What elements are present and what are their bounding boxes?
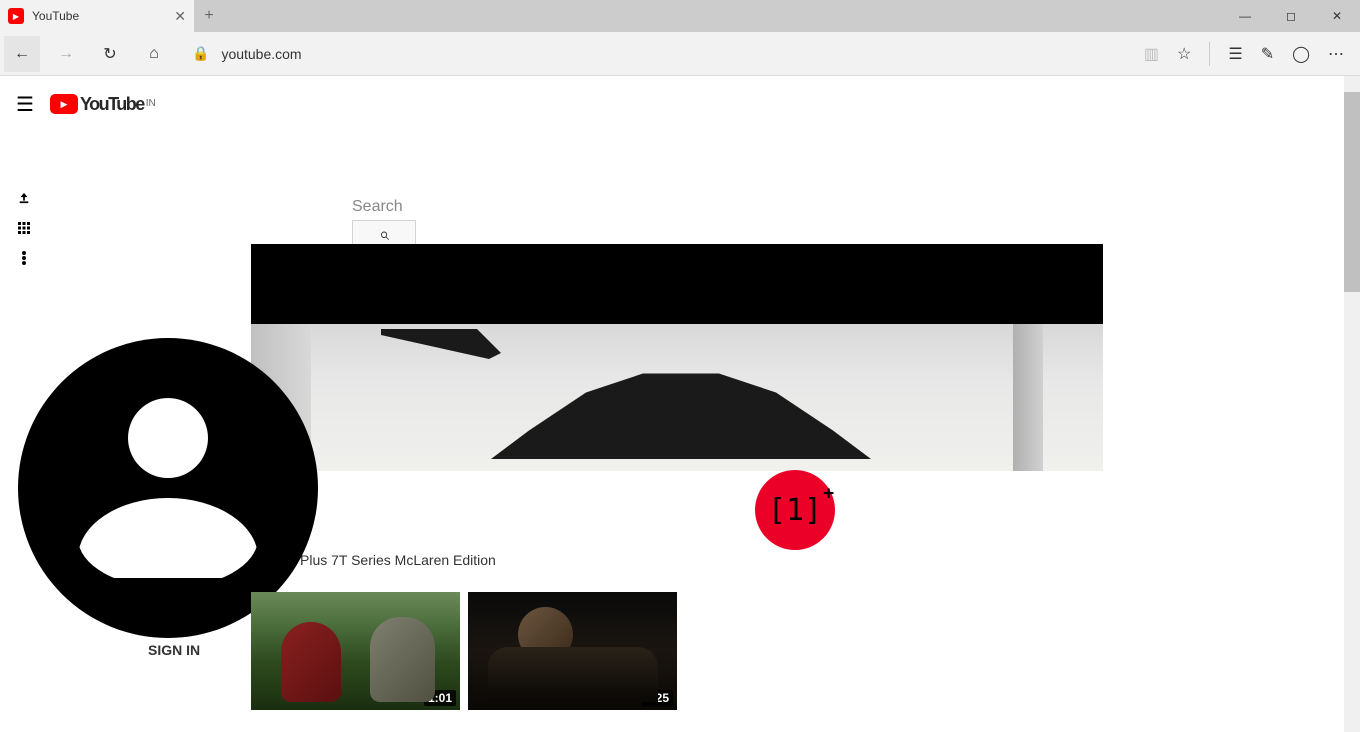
apps-icon[interactable]	[18, 222, 30, 234]
youtube-header: ☰ YouTube IN	[0, 76, 1360, 132]
sign-in-button[interactable]: SIGN IN	[148, 642, 200, 658]
forward-button[interactable]: →	[48, 36, 84, 72]
address-bar[interactable]: 🔒 youtube.com	[180, 45, 1136, 62]
scroll-thumb[interactable]	[1344, 92, 1360, 292]
back-button[interactable]: ←	[4, 36, 40, 72]
banner-ad[interactable]	[251, 244, 1103, 471]
duration-badge: 5:25	[641, 690, 673, 706]
new-tab-button[interactable]: +	[194, 7, 224, 25]
minimize-button[interactable]: —	[1222, 0, 1268, 32]
share-icon[interactable]: ◯	[1292, 44, 1310, 64]
home-button[interactable]: ⌂	[136, 36, 172, 72]
page-content: ☰ YouTube IN Search	[0, 76, 1360, 732]
refresh-button[interactable]: ↻	[92, 36, 128, 72]
favorite-icon[interactable]: ☆	[1177, 44, 1191, 64]
duration-badge: 1:01	[424, 690, 456, 706]
menu-icon[interactable]: ☰	[16, 92, 34, 117]
tab-title: YouTube	[32, 9, 166, 23]
nav-bar: ← → ↻ ⌂ 🔒 youtube.com ▥ ☆ ☰ ✎ ◯ ⋯	[0, 32, 1360, 76]
tab-close-icon[interactable]: ✕	[174, 8, 186, 25]
close-window-button[interactable]: ✕	[1314, 0, 1360, 32]
search-label: Search	[352, 198, 416, 216]
hub-icon[interactable]: ☰	[1228, 44, 1242, 64]
upload-icon[interactable]	[18, 192, 30, 204]
tab-favicon	[8, 8, 24, 24]
scrollbar[interactable]	[1344, 76, 1360, 732]
maximize-button[interactable]: ◻	[1268, 0, 1314, 32]
youtube-logo[interactable]: YouTube IN	[50, 94, 156, 115]
brand-logo[interactable]: [1]+	[755, 470, 835, 550]
separator	[1209, 42, 1210, 66]
country-code: IN	[146, 98, 156, 109]
notes-icon[interactable]: ✎	[1261, 44, 1274, 64]
youtube-play-icon	[50, 94, 78, 114]
oneplus-icon: [1]+	[768, 493, 822, 528]
youtube-logo-text: YouTube	[80, 94, 144, 115]
browser-tab[interactable]: YouTube ✕	[0, 0, 194, 32]
banner-image	[251, 324, 1103, 471]
banner-top-bar	[251, 244, 1103, 324]
settings-icon[interactable]	[18, 252, 30, 264]
url-text: youtube.com	[221, 46, 301, 62]
reading-view-icon[interactable]: ▥	[1144, 44, 1159, 64]
video-thumbnail[interactable]: 1:01	[251, 592, 460, 710]
tab-bar: YouTube ✕ + — ◻ ✕	[0, 0, 1360, 32]
lock-icon: 🔒	[192, 45, 209, 62]
more-icon[interactable]: ⋯	[1328, 44, 1344, 64]
video-thumbnail[interactable]: 5:25	[468, 592, 677, 710]
promo-title: Plus 7T Series McLaren Edition	[300, 552, 496, 568]
